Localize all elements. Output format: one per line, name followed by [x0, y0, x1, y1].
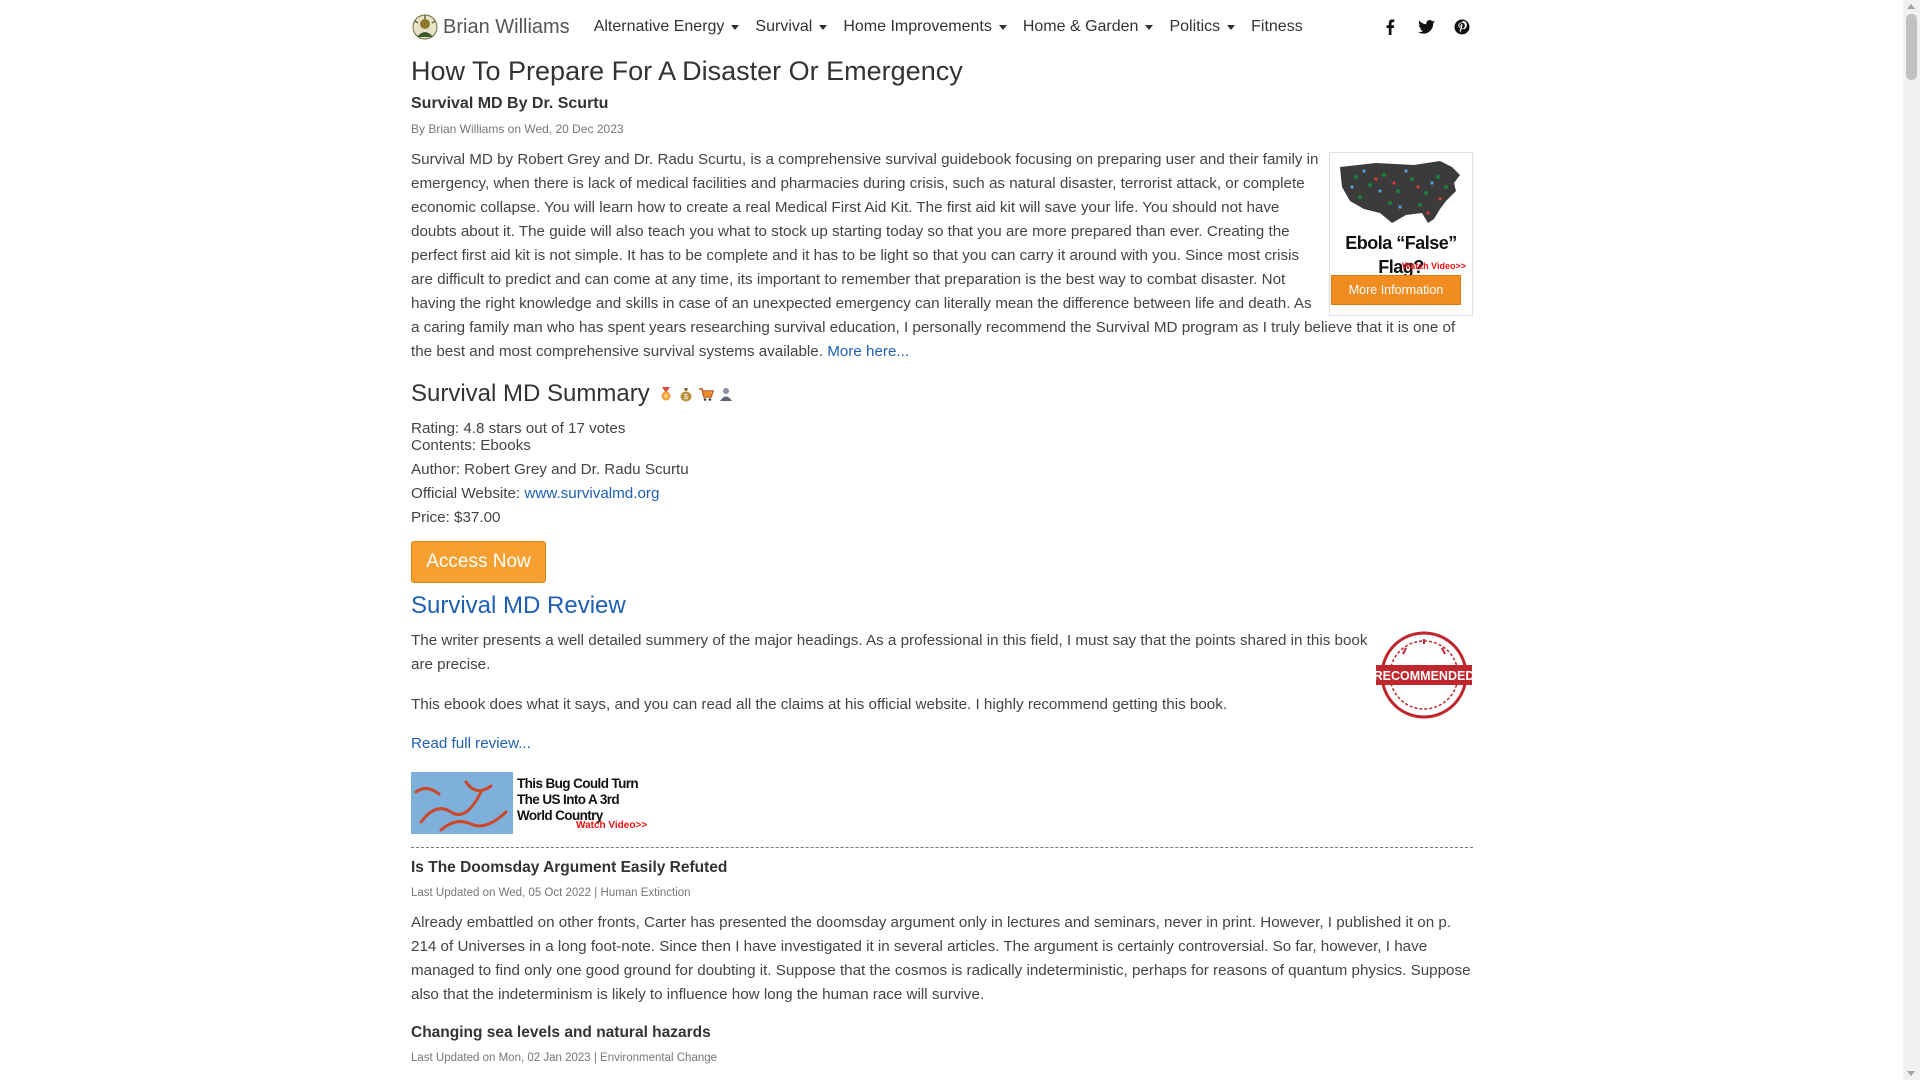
article-subtitle: Survival MD By Dr. Scurtu — [411, 95, 609, 112]
nav-item-home-garden[interactable]: Home & Garden — [1023, 18, 1154, 36]
side-ad[interactable]: Ebola “False” Flag? Watch Video>> More I… — [1329, 152, 1473, 316]
related-article-title[interactable]: Changing sea levels and natural hazards — [411, 1024, 711, 1042]
vertical-scrollbar[interactable] — [1903, 0, 1920, 1080]
top-navbar: Brian Williams Alternative Energy Surviv… — [411, 0, 1473, 54]
nav-item-label: Home & Garden — [1022, 18, 1139, 35]
nav-item-alternative-energy[interactable]: Alternative Energy — [594, 18, 740, 36]
caret-down-icon — [998, 24, 1007, 30]
nav-item-politics[interactable]: Politics — [1169, 18, 1236, 36]
nav-item-fitness[interactable]: Fitness — [1251, 18, 1303, 36]
review-heading[interactable]: Survival MD Review — [411, 592, 626, 620]
related-article-meta: Last Updated on Wed, 05 Oct 2022 | Human… — [411, 887, 691, 899]
summary-rating: Rating: 4.8 stars out of 17 votes — [411, 420, 626, 437]
social-links — [1365, 0, 1473, 54]
related-article-meta: Last Updated on Mon, 02 Jan 2023 | Envir… — [411, 1052, 718, 1064]
intro-text: Survival MD by Robert Grey and Dr. Radu … — [411, 151, 1456, 360]
medal-icon — [661, 387, 671, 401]
summary-website: Official Website: www.survivalmd.org — [411, 485, 659, 502]
pinterest-icon[interactable] — [1451, 16, 1473, 38]
page-container: Brian Williams Alternative Energy Surviv… — [411, 0, 1473, 1064]
summary-contents: Contents: Ebooks — [411, 437, 531, 454]
section-divider — [411, 847, 1473, 848]
nav-item-label: Home Improvements — [843, 18, 992, 35]
scroll-down-arrow-icon[interactable] — [1907, 1071, 1915, 1076]
more-here-link[interactable]: More here... — [827, 343, 909, 360]
nav-item-label: Survival — [755, 18, 813, 35]
nav-item-home-improvements[interactable]: Home Improvements — [843, 18, 1007, 36]
article-byline: By Brian Williams on Wed, 20 Dec 2023 — [411, 122, 624, 136]
caret-down-icon — [731, 24, 740, 30]
banner-ad-text: This Bug Could Turn The US Into A 3rd Wo… — [517, 776, 639, 823]
bug-image — [411, 772, 513, 834]
facebook-icon[interactable] — [1379, 16, 1401, 38]
brand-logo-icon — [412, 14, 438, 40]
caret-down-icon — [1145, 24, 1154, 30]
summary-author: Author: Robert Grey and Dr. Radu Scurtu — [411, 461, 689, 478]
nav-item-label: Alternative Energy — [593, 18, 725, 35]
usa-map-image — [1340, 161, 1460, 223]
brand-link[interactable]: Brian Williams — [411, 13, 570, 41]
nav-item-label: Politics — [1169, 18, 1221, 35]
stamp-text: RECOMMENDED — [1375, 669, 1473, 683]
caret-down-icon — [1227, 24, 1236, 30]
read-full-review-link[interactable]: Read full review... — [411, 735, 531, 752]
twitter-icon[interactable] — [1415, 16, 1437, 38]
nav-item-survival[interactable]: Survival — [755, 18, 828, 36]
related-article-title[interactable]: Is The Doomsday Argument Easily Refuted — [411, 859, 727, 877]
summary-price: Price: $37.00 — [411, 509, 501, 526]
page-title: How To Prepare For A Disaster Or Emergen… — [411, 56, 963, 86]
scrollbar-thumb[interactable] — [1906, 14, 1917, 80]
shopping-cart-icon — [698, 388, 714, 401]
brand-name: Brian Williams — [443, 15, 570, 38]
banner-watch-video: Watch Video>> — [576, 820, 648, 831]
svg-text:$: $ — [684, 394, 688, 401]
official-website-link[interactable]: www.survivalmd.org — [524, 485, 659, 502]
review-paragraph-2: This ebook does what it says, and you ca… — [411, 696, 1228, 713]
summary-title-text: Survival MD Summary — [411, 380, 650, 407]
caret-down-icon — [819, 24, 828, 30]
scroll-up-arrow-icon[interactable] — [1907, 4, 1915, 9]
nav-item-label: Fitness — [1251, 18, 1303, 35]
recommended-stamp-icon: RECOMMENDED — [1375, 631, 1473, 719]
summary-heading: Survival MD Summary $ — [411, 380, 734, 408]
user-icon — [719, 388, 732, 401]
access-now-button[interactable]: Access Now — [411, 541, 546, 583]
more-information-button[interactable]: More Information — [1331, 275, 1461, 305]
website-label: Official Website: — [411, 485, 525, 502]
article-intro: Ebola “False” Flag? Watch Video>> More I… — [411, 148, 1473, 364]
banner-ad[interactable]: This Bug Could Turn The US Into A 3rd Wo… — [411, 772, 651, 834]
related-article-body: Already embattled on other fronts, Carte… — [411, 914, 1471, 1003]
review-paragraph-1: The writer presents a well detailed summ… — [411, 632, 1368, 673]
money-bag-icon: $ — [680, 388, 692, 402]
